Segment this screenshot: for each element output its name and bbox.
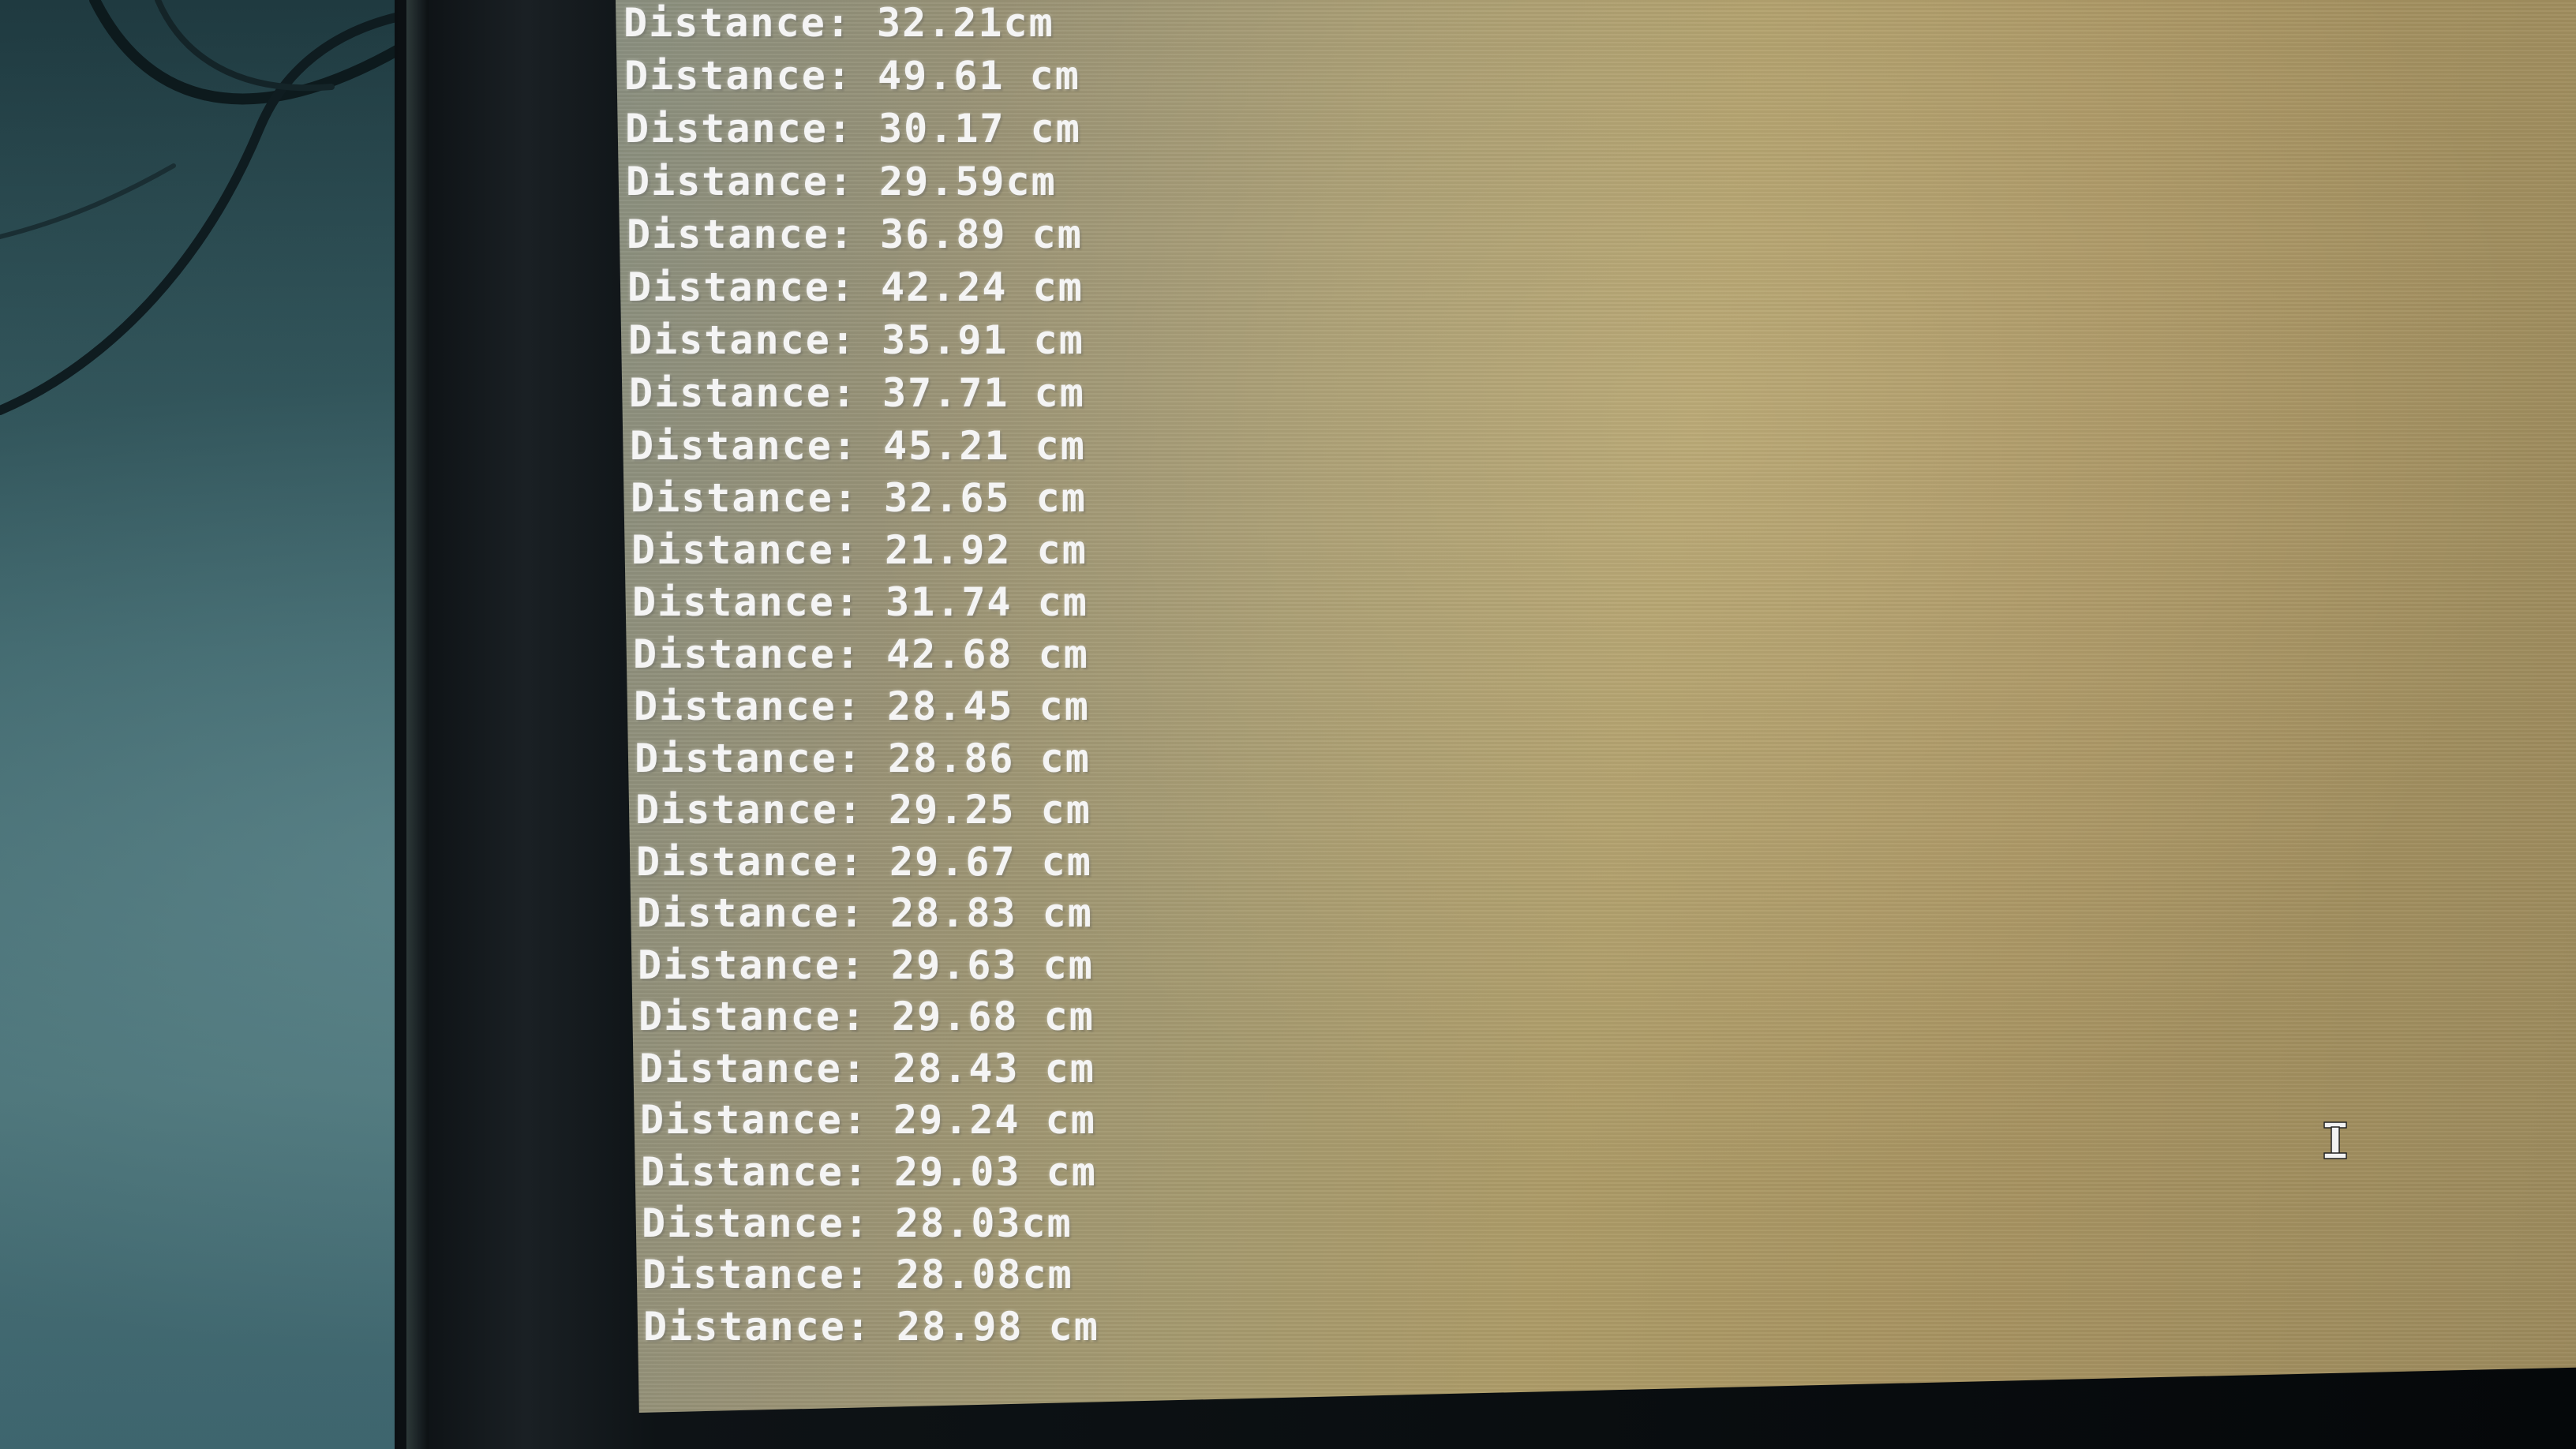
- terminal-line: Distance: 42.24 cm: [627, 264, 1084, 310]
- terminal-line: Distance: 37.71 cm: [629, 370, 1085, 416]
- terminal-line: Distance: 29.67 cm: [636, 839, 1092, 885]
- terminal-line: Distance: 29.03 cm: [641, 1149, 1097, 1195]
- terminal-line: Distance: 29.25 cm: [635, 787, 1091, 833]
- terminal-output: Distance: 32.21cm Distance: 49.61 cm Dis…: [623, 0, 1334, 1357]
- terminal-line: Distance: 32.21cm: [623, 0, 1054, 46]
- terminal-line: Distance: 32.65 cm: [631, 475, 1087, 521]
- terminal-line: Distance: 21.92 cm: [631, 527, 1088, 573]
- terminal-line: Distance: 31.74 cm: [632, 579, 1088, 625]
- terminal-line: Distance: 36.89 cm: [627, 212, 1083, 257]
- terminal-line: Distance: 35.91 cm: [628, 317, 1084, 363]
- terminal-line: Distance: 45.21 cm: [630, 423, 1086, 469]
- terminal-line: Distance: 49.61 cm: [624, 53, 1080, 99]
- terminal-line: Distance: 28.83 cm: [637, 890, 1093, 936]
- monitor-bezel-edge: [406, 0, 429, 1449]
- terminal-line: Distance: 29.63 cm: [638, 942, 1094, 988]
- text-cursor-ibeam-icon: [2323, 1121, 2347, 1159]
- terminal-line: Distance: 29.68 cm: [638, 994, 1095, 1039]
- terminal-line: Distance: 42.68 cm: [633, 631, 1089, 677]
- terminal-line: Distance: 29.59cm: [626, 159, 1057, 204]
- desk-cables: [0, 0, 408, 415]
- terminal-line: Distance: 28.03cm: [642, 1200, 1073, 1246]
- terminal-line: Distance: 30.17 cm: [625, 106, 1081, 152]
- terminal-line: Distance: 28.08cm: [642, 1252, 1073, 1297]
- terminal-line: Distance: 28.98 cm: [643, 1304, 1099, 1350]
- terminal-line: Distance: 28.86 cm: [635, 736, 1091, 781]
- terminal-line: Distance: 29.24 cm: [640, 1097, 1096, 1143]
- photo-scene: Distance: 32.21cm Distance: 49.61 cm Dis…: [0, 0, 2576, 1449]
- terminal-line: Distance: 28.43 cm: [639, 1046, 1095, 1091]
- terminal-line: Distance: 28.45 cm: [634, 683, 1090, 729]
